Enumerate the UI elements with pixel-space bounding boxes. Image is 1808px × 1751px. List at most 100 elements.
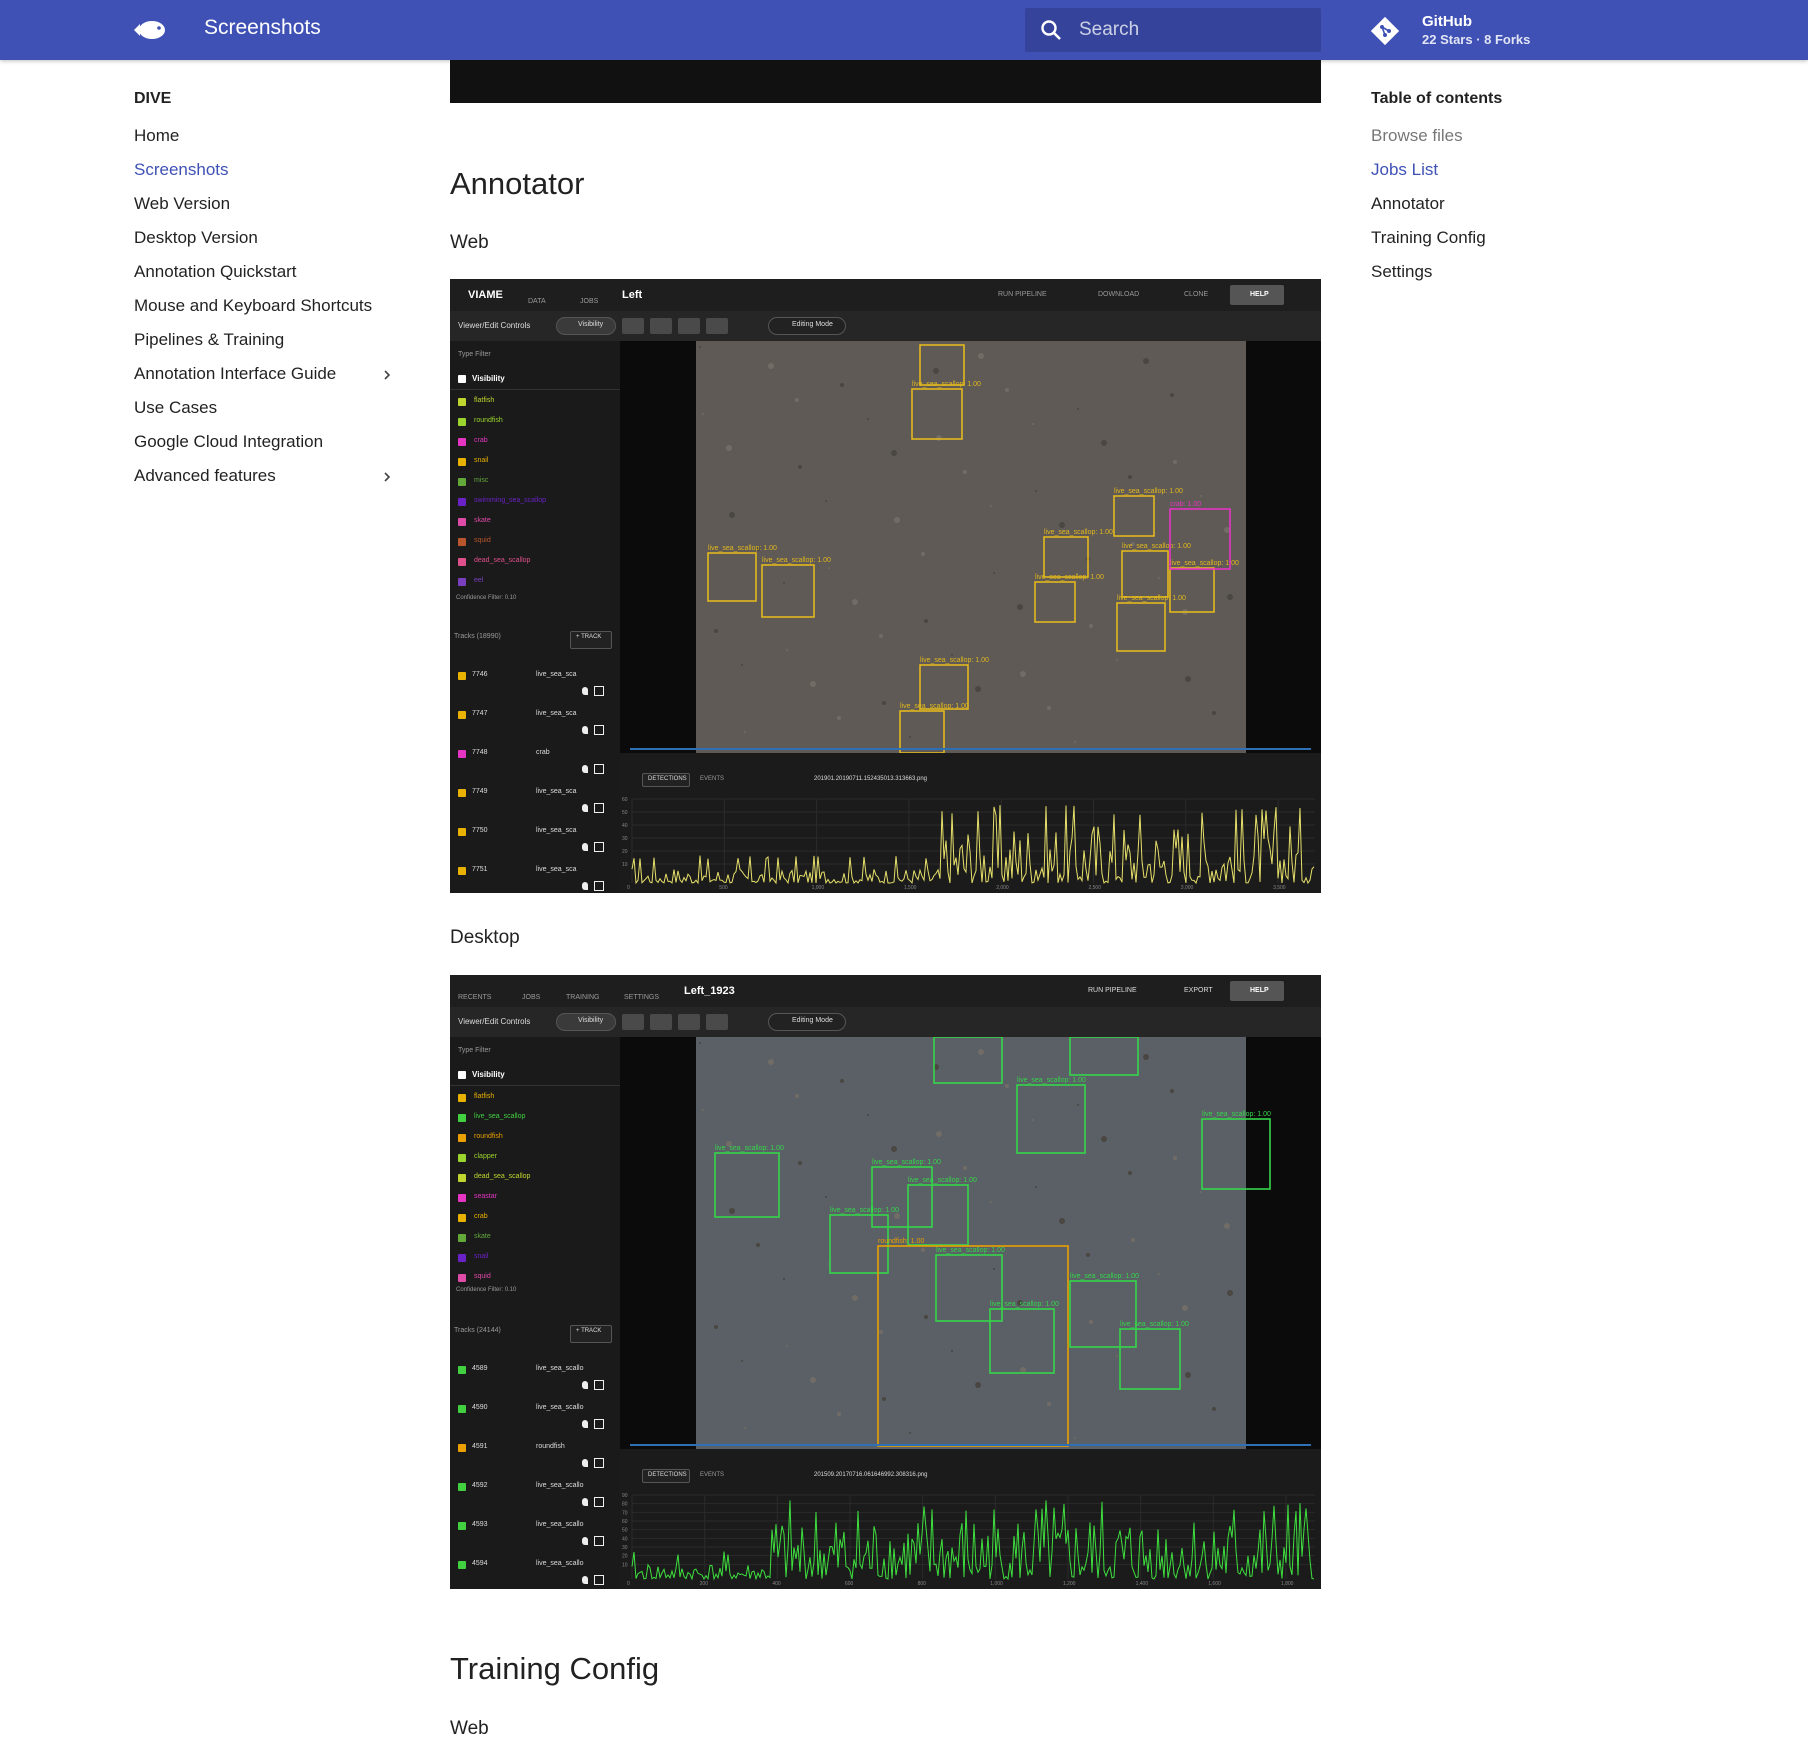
search-input[interactable] [1079,8,1309,52]
edit-icon [594,842,604,852]
toc-item-training-config[interactable]: Training Config [1371,228,1486,248]
type-checkbox [458,538,466,546]
type-label: crab [474,1213,488,1220]
seafloor-texture-dot [1224,527,1230,533]
plot-x-tick: 200 [700,1581,709,1587]
track-checkbox [458,828,466,836]
scrub-bar [630,1444,1311,1446]
plot-y-tick: 50 [622,1528,628,1534]
nav-item-mouse-and-keyboard-shortcuts[interactable]: Mouse and Keyboard Shortcuts [134,296,372,316]
chevron-right-icon[interactable] [380,470,394,484]
type-checkbox [458,1174,466,1182]
toc-item-browse-files[interactable]: Browse files [1371,126,1463,146]
seafloor-texture-dot [1035,490,1037,492]
detection-label: live_sea_scallop: 1.00 [708,545,777,552]
desktop-label: Desktop [450,927,520,948]
rectangle-tool-icon [622,318,644,334]
track-type: live_sea_sca [536,866,577,873]
type-checkbox [458,398,466,406]
plot-x-tick: 0 [627,885,630,891]
type-label: flatfish [474,1093,495,1100]
annotator-heading: Annotator [450,166,585,201]
seafloor-texture-dot [1143,358,1149,364]
data-nav-label: DATA [528,298,546,305]
location-pin-icon [582,765,588,773]
nav-item-screenshots[interactable]: Screenshots [134,160,229,180]
seafloor-texture-dot [867,418,869,420]
tracks-count-label: Tracks (18990) [454,633,501,640]
type-checkbox [458,1114,466,1122]
text-tool-icon [706,1014,728,1030]
visibility-pill-label: Visibility [578,321,604,328]
track-checkbox [458,1483,466,1491]
plot-y-tick: 50 [622,810,628,816]
track-checkbox [458,1561,466,1569]
settings-nav-label: SETTINGS [624,994,660,1001]
seafloor-texture-dot [1173,460,1177,464]
training-nav-label: TRAINING [566,994,600,1001]
nav-item-annotation-quickstart[interactable]: Annotation Quickstart [134,262,297,282]
nav-item-advanced-features[interactable]: Advanced features [134,466,276,486]
seafloor-texture-dot [909,736,911,738]
plot-x-tick: 600 [845,1581,854,1587]
track-checkbox [458,711,466,719]
plot-y-tick: 20 [622,849,628,855]
fish-logo-icon[interactable] [132,14,166,46]
detection-label: live_sea_scallop: 1.00 [936,1247,1005,1254]
chevron-right-path [384,472,391,482]
seafloor-texture-dot [963,470,967,474]
type-label: skate [474,1233,491,1240]
seafloor-texture-dot [702,1109,704,1111]
search-box[interactable] [1025,8,1321,52]
toc-item-annotator[interactable]: Annotator [1371,194,1445,214]
plot-x-tick: 1,200 [1063,1581,1076,1587]
seafloor-texture-dot [1116,1355,1118,1357]
toc-item-jobs-list[interactable]: Jobs List [1371,160,1438,180]
type-checkbox [458,1134,466,1142]
seafloor-texture-dot [741,1360,743,1362]
line-tool-icon [678,318,700,334]
nav-item-web-version[interactable]: Web Version [134,194,230,214]
plot-x-tick: 1,400 [1136,1581,1149,1587]
nav-item-home[interactable]: Home [134,126,179,146]
seafloor-texture-dot [1035,1186,1037,1188]
track-id: 7748 [472,749,488,756]
plot-x-tick: 0 [627,1581,630,1587]
seafloor-texture-dot [825,500,827,502]
location-pin-icon [582,726,588,734]
nav-item-use-cases[interactable]: Use Cases [134,398,217,418]
edit-icon [594,1458,604,1468]
seafloor-texture-dot [1077,408,1079,410]
type-checkbox [458,578,466,586]
seafloor-texture-dot [1077,1104,1079,1106]
github-repo-link[interactable]: GitHub 22 Stars · 8 Forks [1370,12,1630,50]
toc-item-settings[interactable]: Settings [1371,262,1432,282]
nav-item-annotation-interface-guide[interactable]: Annotation Interface Guide [134,364,336,384]
plot-x-tick: 800 [918,1581,927,1587]
seafloor-texture-dot [795,398,799,402]
edit-icon [594,803,604,813]
plot-y-tick: 70 [622,1510,628,1516]
nav-item-pipelines-training[interactable]: Pipelines & Training [134,330,284,350]
type-label: squid [474,1273,491,1280]
detection-label: live_sea_scallop: 1.00 [908,1177,977,1184]
seafloor-texture-dot [1005,1084,1009,1088]
detection-label: live_sea_scallop: 1.00 [1070,1273,1139,1280]
seafloor-texture-dot [879,1330,883,1334]
seafloor-texture-dot [1185,676,1191,682]
seafloor-texture-dot [726,445,732,451]
clone-label: CLONE [1184,291,1209,298]
track-id: 4594 [472,1560,488,1567]
chevron-right-icon[interactable] [380,368,394,382]
track-checkbox [458,1405,466,1413]
nav-item-desktop-version[interactable]: Desktop Version [134,228,258,248]
seafloor-texture-dot [1020,1367,1026,1373]
seafloor-texture-dot [1200,495,1202,497]
events-tab-label: EVENTS [700,1472,725,1478]
nav-item-google-cloud-integration[interactable]: Google Cloud Integration [134,432,323,452]
detection-label: live_sea_scallop: 1.00 [912,381,981,388]
seafloor-texture-dot [744,731,746,733]
seafloor-texture-dot [699,346,701,348]
seafloor-texture-dot [1200,1191,1202,1193]
plot-x-tick: 400 [772,1581,781,1587]
